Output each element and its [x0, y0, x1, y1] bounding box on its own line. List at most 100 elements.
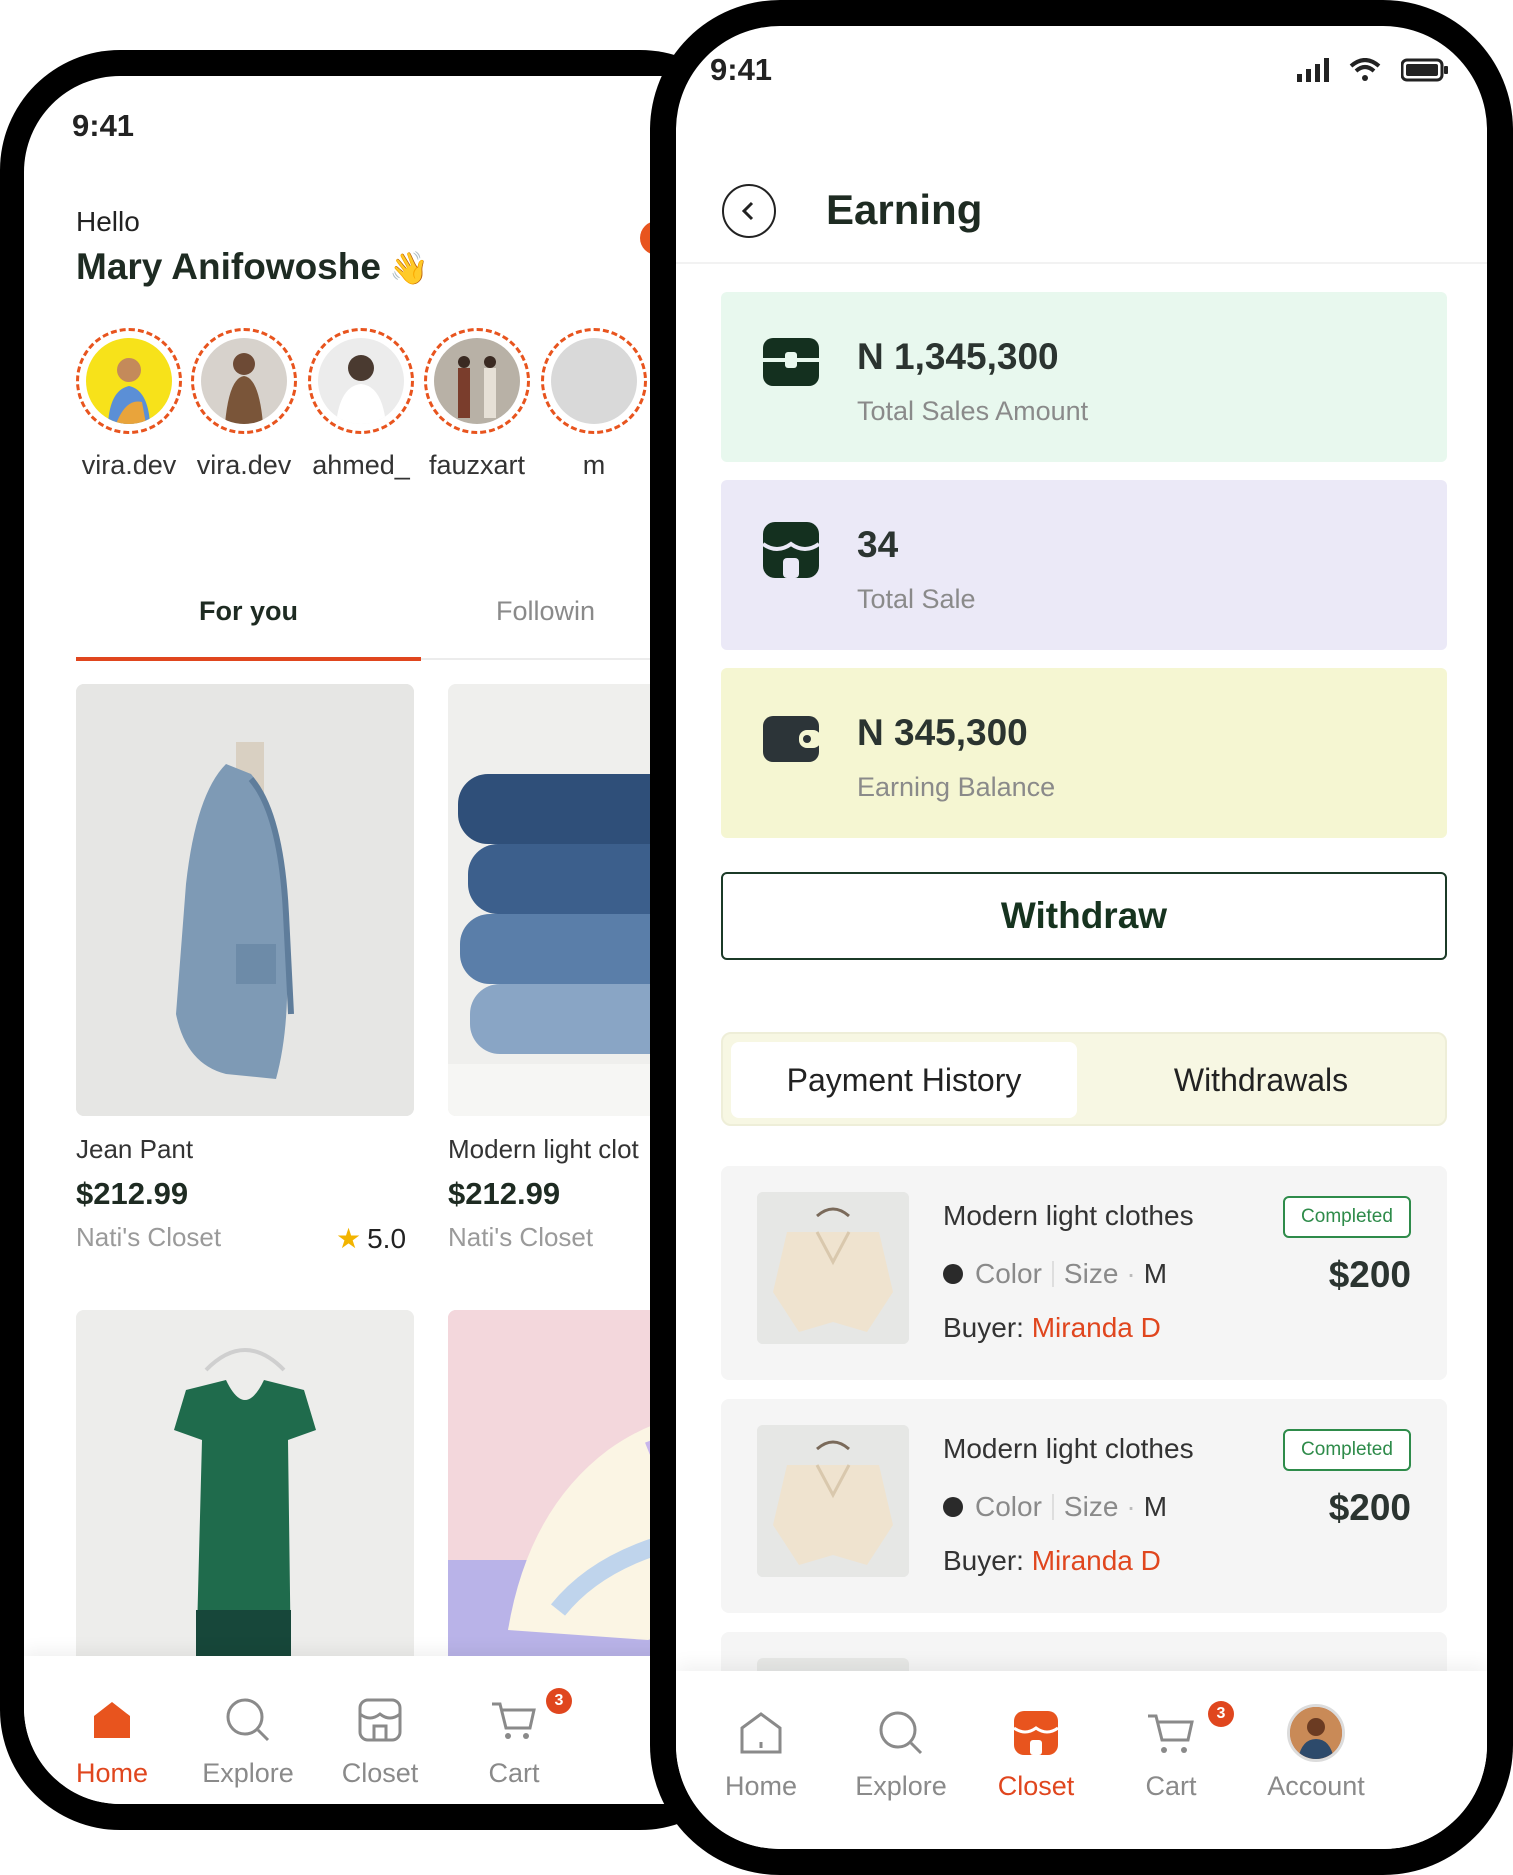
nav-cart[interactable]: 3 Cart [1116, 1701, 1234, 1802]
nav-label: Account [1267, 1771, 1365, 1801]
nav-account[interactable]: Account [1246, 1704, 1386, 1802]
cart-icon [1148, 1714, 1194, 1753]
nav-explore[interactable]: Explore [841, 1705, 961, 1802]
nav-label: Home [724, 1771, 798, 1801]
greeting: Hello [76, 206, 140, 237]
avatar [86, 338, 172, 424]
arrow-left-icon [741, 201, 754, 221]
story-name: vira.dev [81, 450, 177, 480]
user-name: Mary Anifowoshe 👋 [76, 246, 429, 287]
story-name: fauzxart [428, 450, 526, 480]
nav-closet[interactable]: Closet [320, 1692, 440, 1789]
stat-card-total-sale: 34 Total Sale [721, 480, 1447, 650]
story-item[interactable]: m [529, 328, 659, 481]
story-name: vira.dev [196, 450, 292, 480]
nav-closet[interactable]: Closet [981, 1705, 1091, 1802]
nav-home[interactable]: Home [706, 1705, 816, 1802]
store-icon [358, 1698, 402, 1742]
product-shop[interactable]: Nati's Closet [448, 1222, 593, 1253]
page-title: Earning [826, 186, 983, 233]
nav-label: Cart [488, 1758, 540, 1788]
header-divider [676, 262, 1487, 264]
story-item[interactable]: fauzxart [412, 328, 542, 481]
bottom-navigation: Home Explore Closet 3 Cart [24, 1656, 754, 1804]
product-title[interactable]: Modern light clot [448, 1134, 639, 1165]
stat-label: Total Sale [857, 584, 976, 614]
tab-withdrawals[interactable]: Withdrawals [1081, 1042, 1441, 1118]
star-icon: ★ [336, 1223, 362, 1254]
nav-label: Explore [855, 1771, 947, 1801]
signal-icon [1297, 58, 1329, 82]
order-card[interactable]: Modern light clothes Color Size · M Buye… [721, 1399, 1447, 1613]
product-image-dress[interactable] [76, 1310, 414, 1670]
story-name: m [582, 450, 606, 480]
story-item[interactable]: vira.dev [64, 328, 194, 481]
avatar [434, 338, 520, 424]
stat-value: 34 [857, 524, 899, 565]
wifi-icon [1349, 58, 1381, 81]
nav-label: Closet [997, 1771, 1075, 1801]
home-screen: 9:41 Hello Mary Anifowoshe 👋 vira.dev vir… [24, 76, 754, 1804]
back-button[interactable] [722, 184, 776, 238]
bottom-navigation: Home Explore Closet 3 Cart Account [676, 1671, 1487, 1849]
avatar [551, 338, 637, 424]
story-item[interactable]: vira.dev [179, 328, 309, 481]
tab-following[interactable]: Followin [496, 596, 595, 627]
product-price: $212.99 [448, 1176, 561, 1211]
product-thumbnail [757, 1425, 909, 1577]
order-price: $200 [1328, 1487, 1411, 1528]
avatar [318, 338, 404, 424]
nav-label: Explore [202, 1758, 294, 1788]
product-title[interactable]: Jean Pant [76, 1134, 193, 1165]
stat-card-total-sales-amount: N 1,345,300 Total Sales Amount [721, 292, 1447, 462]
waving-hand-icon: 👋 [388, 250, 429, 286]
store-icon [761, 522, 821, 578]
stat-label: Earning Balance [857, 772, 1056, 802]
status-bar-icons [1297, 58, 1449, 82]
order-buyer: Buyer: Miranda D [943, 1545, 1161, 1576]
search-icon [226, 1698, 270, 1742]
order-title: Modern light clothes [943, 1433, 1194, 1464]
order-card[interactable]: Modern light clothes Color Size · M Buye… [721, 1166, 1447, 1380]
stat-value: N 345,300 [857, 712, 1028, 753]
order-title: Modern light clothes [943, 1200, 1194, 1231]
color-swatch [943, 1497, 963, 1517]
earning-phone-frame: 9:41 Earning N 1,345,300 Total Sales Amo… [650, 0, 1513, 1875]
cart-icon [492, 1702, 536, 1739]
order-meta: Color Size · M [943, 1258, 1167, 1290]
chest-icon [763, 338, 819, 386]
history-segmented-control: Payment History Withdrawals [721, 1032, 1447, 1126]
avatar [1287, 1704, 1345, 1762]
tab-payment-history[interactable]: Payment History [731, 1042, 1077, 1118]
product-image-jacket[interactable] [76, 684, 414, 1116]
nav-home[interactable]: Home [62, 1692, 162, 1789]
order-meta: Color Size · M [943, 1491, 1167, 1523]
tab-for-you[interactable]: For you [76, 596, 421, 627]
cart-badge: 3 [1208, 1701, 1234, 1727]
status-badge: Completed [1283, 1429, 1411, 1471]
order-price: $200 [1328, 1254, 1411, 1295]
nav-label: Home [75, 1758, 149, 1788]
home-icon [94, 1702, 130, 1738]
home-icon [740, 1712, 782, 1754]
cart-badge: 3 [546, 1688, 572, 1714]
battery-icon [1401, 58, 1448, 82]
nav-explore[interactable]: Explore [188, 1692, 308, 1789]
stat-value: N 1,345,300 [857, 336, 1059, 377]
nav-cart[interactable]: 3 Cart [464, 1688, 572, 1789]
product-shop[interactable]: Nati's Closet [76, 1222, 221, 1253]
search-icon [879, 1711, 923, 1755]
home-phone-frame: 9:41 Hello Mary Anifowoshe 👋 vira.dev vir… [0, 50, 760, 1830]
status-time: 9:41 [72, 108, 135, 143]
product-price: $212.99 [76, 1176, 189, 1211]
status-badge: Completed [1283, 1196, 1411, 1238]
earning-screen: 9:41 Earning N 1,345,300 Total Sales Amo… [676, 26, 1487, 1849]
withdraw-button[interactable]: Withdraw [721, 872, 1447, 960]
avatar [201, 338, 287, 424]
story-name: ahmed_ [312, 450, 410, 480]
stat-label: Total Sales Amount [857, 396, 1089, 426]
active-tab-indicator [76, 657, 421, 661]
story-item[interactable]: ahmed_ [296, 328, 426, 481]
nav-label: Closet [341, 1758, 419, 1788]
wallet-icon [763, 716, 821, 762]
